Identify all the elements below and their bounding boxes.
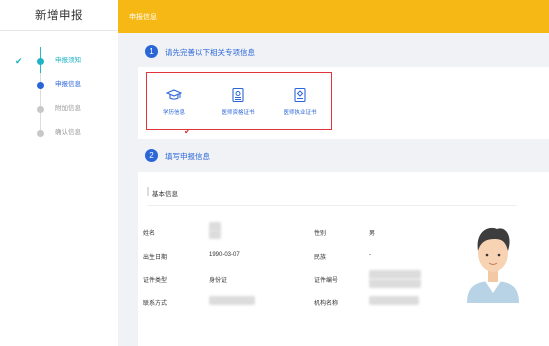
- step-dot: [37, 106, 44, 113]
- cert-physician-license[interactable]: 医师执业证书: [275, 87, 325, 123]
- step-label: 附加信息: [55, 105, 81, 112]
- step-declaration-info[interactable]: 申报信息: [0, 79, 118, 93]
- form-title-marker: [147, 187, 149, 196]
- step-label: 确认信息: [55, 129, 81, 136]
- sidebar-title: 新增申报: [35, 10, 83, 22]
- ethnicity-label: 民族: [314, 255, 327, 261]
- birthdate-value: 1990-03-07: [209, 252, 240, 258]
- step-dot: [37, 82, 44, 89]
- birthdate-label: 出生日期: [143, 255, 168, 261]
- step-dot: [37, 130, 44, 137]
- gender-label: 性别: [314, 231, 327, 237]
- section-title: 填写申报信息: [165, 152, 210, 161]
- cert-label: 学历信息: [162, 110, 185, 116]
- cert-label: 医师执业证书: [283, 110, 317, 116]
- contact-label: 联系方式: [143, 301, 168, 307]
- step-confirm-info[interactable]: 确认信息: [0, 127, 118, 141]
- section-number: 1: [145, 45, 158, 58]
- step-notice[interactable]: ✔ 申报须知: [0, 55, 118, 69]
- id-type-label: 证件类型: [143, 278, 168, 284]
- id-number-redacted: [369, 270, 421, 279]
- cert-selection-box: 学历信息 ✔ 医师资格证书 医师执业证书: [146, 72, 332, 136]
- gender-value: 男: [369, 231, 376, 237]
- id-type-value: 身份证: [209, 278, 228, 284]
- id-number-label: 证件编号: [314, 278, 339, 284]
- sidebar-divider: [0, 30, 118, 31]
- checkmark-icon: ✔: [184, 127, 191, 136]
- left-sidebar: 新增申报 ✔ 申报须知 申报信息 附加信息 确认信息: [0, 0, 118, 346]
- avatar: [465, 215, 521, 303]
- header-title: 申报信息: [129, 14, 157, 21]
- graduation-cap-icon: [165, 87, 183, 103]
- basic-info-title: 基本信息: [152, 191, 178, 198]
- step-label: 申报须知: [55, 57, 81, 64]
- form-divider: [147, 205, 517, 206]
- cert-physician-qualification[interactable]: 医师资格证书: [213, 87, 263, 123]
- contact-redacted: [209, 296, 255, 305]
- header-bar: 申报信息: [118, 0, 549, 33]
- section-number: 2: [145, 149, 158, 162]
- step-dot: [37, 58, 44, 65]
- check-icon: ✔: [15, 56, 23, 66]
- certificate-icon: [230, 87, 246, 103]
- section-title: 请先完善以下相关专项信息: [165, 48, 255, 57]
- org-name-redacted: [369, 296, 419, 305]
- id-number-redacted: [369, 279, 421, 288]
- step-additional-info[interactable]: 附加信息: [0, 103, 118, 117]
- step-label: 申报信息: [55, 81, 81, 88]
- cert-label: 医师资格证书: [221, 110, 255, 116]
- ethnicity-value: -: [369, 252, 371, 258]
- main-content: 申报信息 1 请先完善以下相关专项信息 学历信息 ✔ 医师资格证书 医师执业证书…: [118, 0, 549, 346]
- org-name-label: 机构名称: [314, 301, 339, 307]
- name-value-redacted: [209, 230, 221, 239]
- cert-education[interactable]: 学历信息: [149, 87, 199, 123]
- name-label: 姓名: [143, 231, 156, 237]
- license-icon: [292, 87, 308, 103]
